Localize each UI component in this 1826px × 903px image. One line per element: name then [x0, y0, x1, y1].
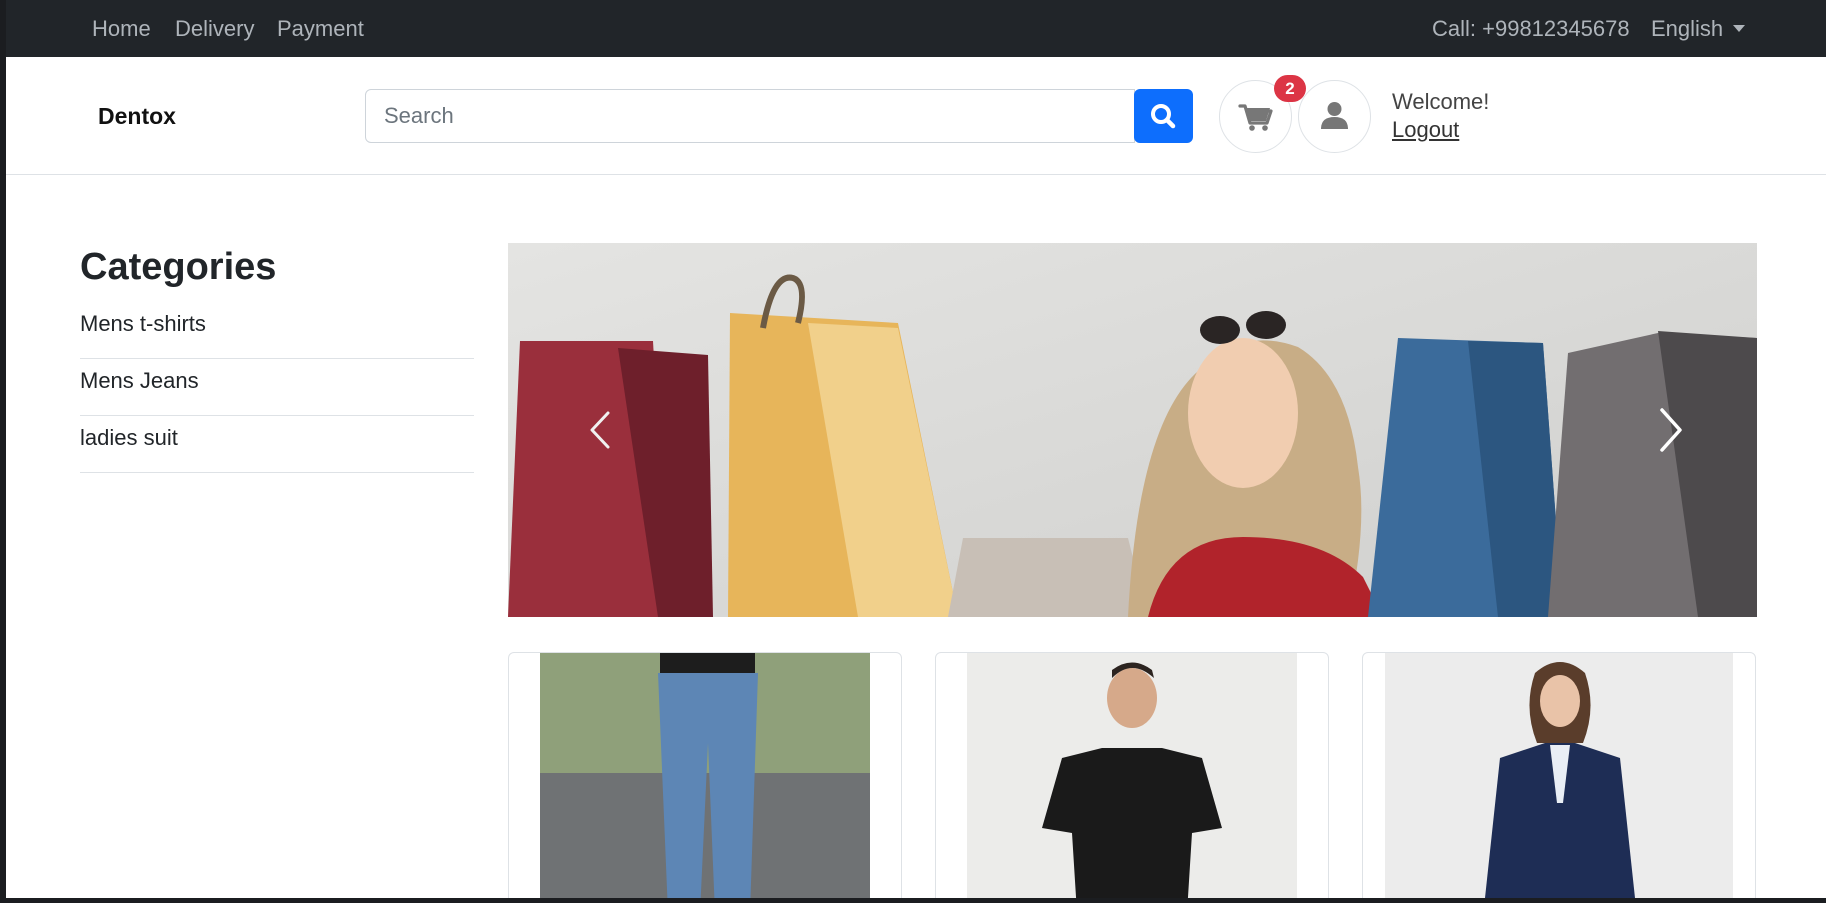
categories-heading: Categories [80, 246, 277, 288]
logout-link[interactable]: Logout [1392, 117, 1459, 143]
caret-down-icon [1733, 25, 1746, 32]
page: Home Delivery Payment Call: +99812345678… [6, 0, 1826, 898]
search-form [365, 89, 1193, 143]
carousel-prev-button[interactable] [508, 243, 708, 617]
hero-carousel [508, 243, 1757, 617]
product-image-suit [1385, 653, 1733, 898]
product-card-suit[interactable] [1362, 652, 1756, 898]
phone-link[interactable]: Call: +99812345678 [1432, 16, 1630, 42]
category-list: Mens t-shirts Mens Jeans ladies suit [80, 302, 474, 473]
category-item-ladies-suit[interactable]: ladies suit [80, 416, 474, 473]
search-button[interactable] [1134, 89, 1193, 143]
product-card-jeans[interactable] [508, 652, 902, 898]
category-item-mens-jeans[interactable]: Mens Jeans [80, 359, 474, 416]
top-navbar: Home Delivery Payment Call: +99812345678… [6, 0, 1826, 57]
search-input[interactable] [365, 89, 1135, 143]
chevron-left-icon [590, 411, 610, 449]
site-header: Dentox 2 Welcom [6, 57, 1826, 175]
nav-link-delivery[interactable]: Delivery [175, 16, 254, 42]
product-image-jeans [540, 653, 870, 898]
carousel-next-button[interactable] [1557, 243, 1757, 617]
brand-logo[interactable]: Dentox [98, 103, 176, 130]
product-image-tshirt [967, 653, 1297, 898]
chevron-right-icon [1660, 408, 1682, 452]
search-icon [1151, 104, 1176, 129]
language-label: English [1651, 16, 1724, 41]
welcome-text: Welcome! [1392, 89, 1490, 114]
product-card-tshirt[interactable] [935, 652, 1329, 898]
language-dropdown[interactable]: English [1651, 16, 1746, 42]
user-icon [1321, 102, 1348, 129]
category-item-mens-tshirts[interactable]: Mens t-shirts [80, 302, 474, 359]
nav-link-payment[interactable]: Payment [277, 16, 364, 42]
user-account-button[interactable] [1298, 80, 1371, 153]
nav-link-home[interactable]: Home [92, 16, 151, 42]
